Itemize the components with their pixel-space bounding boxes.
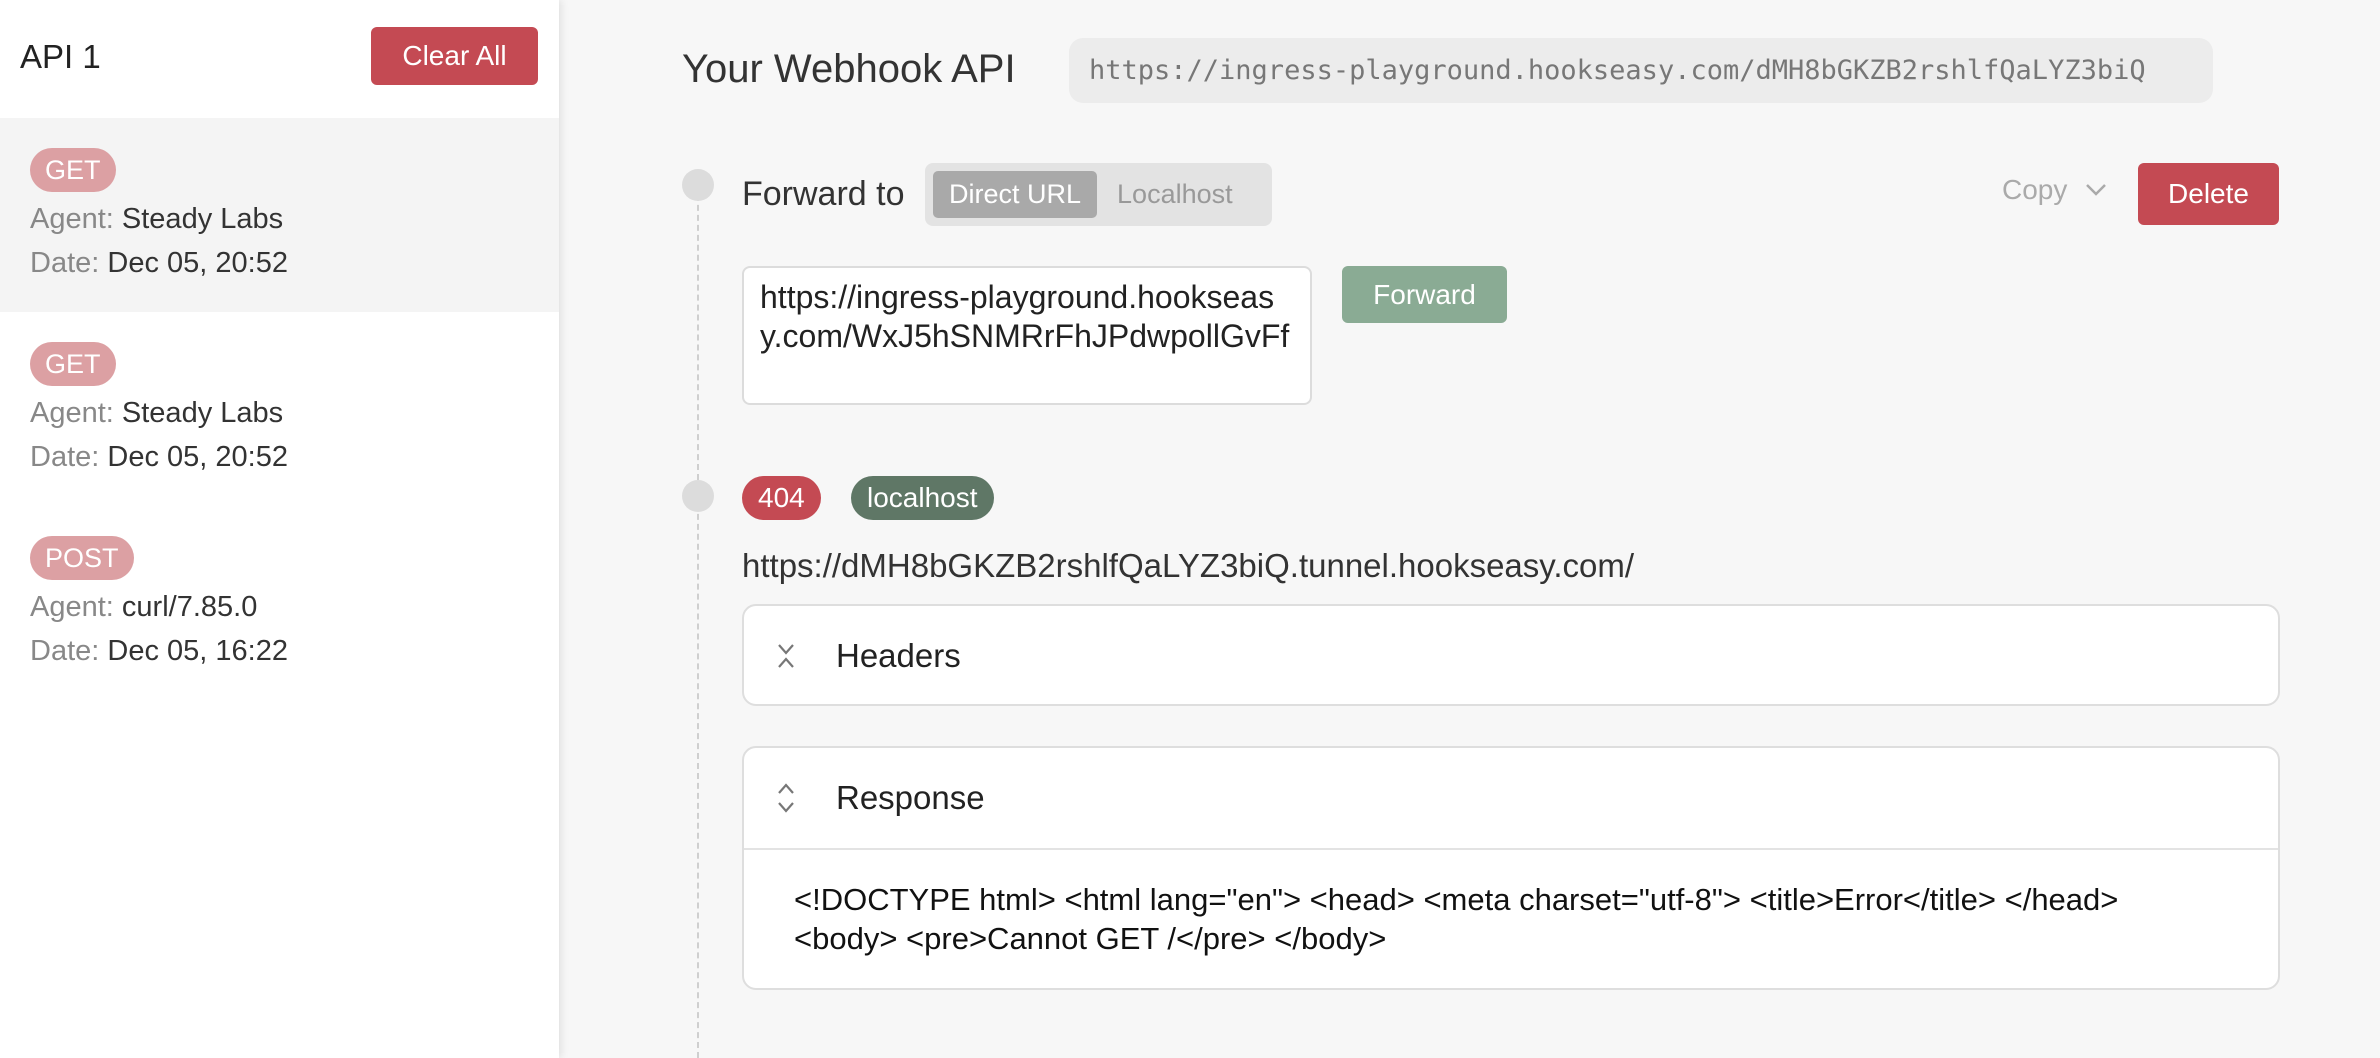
agent-label: Agent:: [30, 203, 114, 235]
timeline-dot: [682, 480, 714, 512]
request-item[interactable]: GET Agent: Steady Labs Date: Dec 05, 20:…: [0, 312, 559, 506]
date-label: Date:: [30, 441, 100, 473]
copy-label: Copy: [2002, 174, 2068, 205]
request-date: Date: Dec 05, 16:22: [30, 634, 559, 668]
response-body: <!DOCTYPE html> <html lang="en"> <head> …: [744, 848, 2278, 988]
agent-label: Agent:: [30, 591, 114, 623]
agent-value: curl/7.85.0: [121, 591, 258, 623]
timeline-dot: [682, 169, 714, 201]
method-badge: GET: [30, 342, 116, 386]
delete-button[interactable]: Delete: [2138, 163, 2279, 225]
request-item[interactable]: POST Agent: curl/7.85.0 Date: Dec 05, 16…: [0, 506, 559, 700]
response-title: Response: [836, 779, 985, 816]
date-value: Dec 05, 16:22: [107, 635, 288, 667]
headers-title: Headers: [836, 637, 961, 674]
request-sidebar: API 1 Clear All GET Agent: Steady Labs D…: [0, 0, 559, 1058]
response-toggle[interactable]: Response: [744, 748, 2278, 848]
headers-toggle[interactable]: Headers: [744, 606, 2278, 706]
response-panel: Response <!DOCTYPE html> <html lang="en"…: [742, 746, 2280, 990]
request-date: Date: Dec 05, 20:52: [30, 246, 559, 280]
date-label: Date:: [30, 247, 100, 279]
forward-url-input[interactable]: https://ingress-playground.hookseasy.com…: [742, 266, 1312, 405]
status-code-badge: 404: [742, 476, 821, 520]
clear-all-button[interactable]: Clear All: [371, 27, 538, 85]
page-title: Your Webhook API: [682, 47, 1016, 91]
main-panel: Your Webhook API https://ingress-playgro…: [559, 0, 2380, 1058]
tab-direct-url[interactable]: Direct URL: [933, 171, 1098, 218]
forward-mode-toggle: Direct URL Localhost: [925, 163, 1272, 226]
date-label: Date:: [30, 635, 100, 667]
expand-icon: [774, 780, 798, 816]
agent-value: Steady Labs: [121, 397, 284, 429]
request-item[interactable]: GET Agent: Steady Labs Date: Dec 05, 20:…: [0, 118, 559, 312]
sidebar-header: API 1 Clear All: [0, 0, 559, 115]
webhook-url[interactable]: https://ingress-playground.hookseasy.com…: [1069, 38, 2213, 103]
api-name: API 1: [20, 38, 101, 75]
forward-to-label: Forward to: [742, 175, 905, 213]
copy-dropdown[interactable]: Copy: [2002, 174, 2107, 206]
request-agent: Agent: Steady Labs: [30, 202, 559, 236]
tab-localhost[interactable]: Localhost: [1101, 171, 1249, 218]
request-date: Date: Dec 05, 20:52: [30, 440, 559, 474]
agent-value: Steady Labs: [121, 203, 284, 235]
method-badge: GET: [30, 148, 116, 192]
request-agent: Agent: Steady Labs: [30, 396, 559, 430]
date-value: Dec 05, 20:52: [107, 247, 288, 279]
request-agent: Agent: curl/7.85.0: [30, 590, 559, 624]
tunnel-url: https://dMH8bGKZB2rshlfQaLYZ3biQ.tunnel.…: [742, 547, 1635, 584]
collapse-icon: [774, 642, 798, 670]
target-badge: localhost: [851, 476, 994, 520]
chevron-down-icon: [2085, 183, 2107, 197]
request-list: GET Agent: Steady Labs Date: Dec 05, 20:…: [0, 118, 559, 700]
forward-button[interactable]: Forward: [1342, 266, 1507, 323]
agent-label: Agent:: [30, 397, 114, 429]
method-badge: POST: [30, 536, 134, 580]
date-value: Dec 05, 20:52: [107, 441, 288, 473]
headers-panel: Headers: [742, 604, 2280, 706]
timeline-line: [697, 185, 699, 1058]
